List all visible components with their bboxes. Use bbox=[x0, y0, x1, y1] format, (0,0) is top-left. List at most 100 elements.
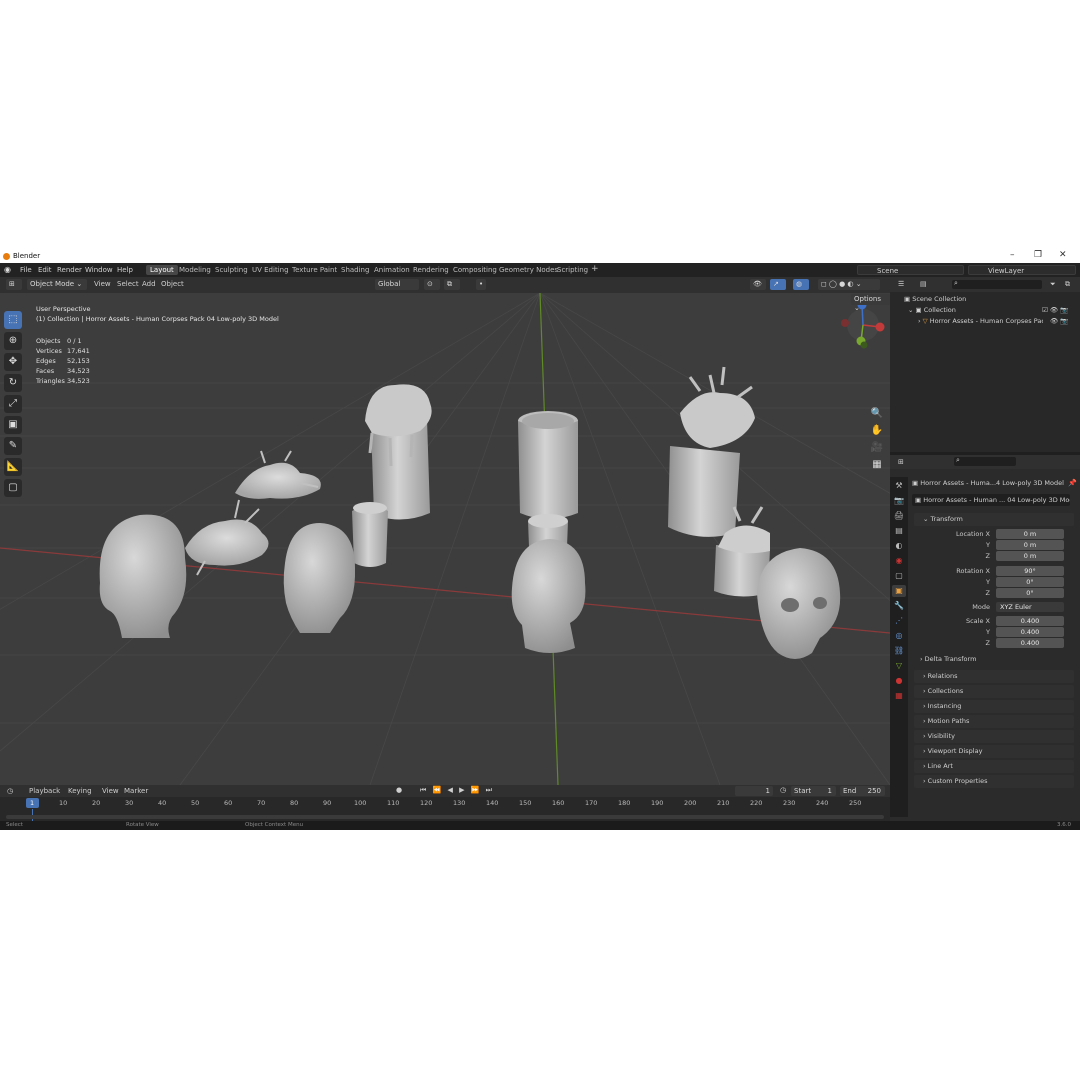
orientation-dropdown[interactable]: Global bbox=[375, 279, 419, 290]
output-tab-icon[interactable]: 🖨 bbox=[892, 510, 906, 522]
add-workspace-icon[interactable]: + bbox=[591, 264, 599, 274]
scale-x-field[interactable]: 0.400 bbox=[996, 616, 1064, 626]
rotation-x-field[interactable]: 90° bbox=[996, 566, 1064, 576]
object-tab-icon[interactable]: ▣ bbox=[892, 585, 906, 597]
panel-relations[interactable]: › Relations bbox=[914, 670, 1074, 683]
outliner-search-input[interactable]: ⌕ bbox=[952, 279, 1042, 289]
select-tool-icon[interactable]: ⬚ bbox=[4, 311, 22, 329]
properties-editor-icon[interactable]: ⊞ bbox=[898, 458, 904, 466]
zoom-icon[interactable]: 🔍 bbox=[870, 408, 884, 422]
scale-tool-icon[interactable]: ⤢ bbox=[4, 395, 22, 413]
snap-icon[interactable]: ⧉ bbox=[444, 279, 460, 290]
view-layer-selector[interactable]: ViewLayer bbox=[968, 265, 1076, 275]
start-frame-field[interactable]: Start 1 bbox=[791, 786, 836, 796]
delta-transform-subpanel[interactable]: › Delta Transform bbox=[920, 655, 976, 663]
collection-tab-icon[interactable]: ▢ bbox=[892, 570, 906, 582]
rotation-y-field[interactable]: 0° bbox=[996, 577, 1064, 587]
render-tab-icon[interactable]: 📷 bbox=[892, 495, 906, 507]
record-icon[interactable]: ● bbox=[396, 786, 402, 794]
timeline-menu-marker[interactable]: Marker bbox=[124, 787, 148, 795]
timeline-scrollbar[interactable] bbox=[6, 815, 884, 819]
tab-texture-paint[interactable]: Texture Paint bbox=[292, 266, 337, 274]
particles-tab-icon[interactable]: ⋰ bbox=[892, 615, 906, 627]
rotation-z-field[interactable]: 0° bbox=[996, 588, 1064, 598]
options-button[interactable]: Options ⌄ bbox=[851, 294, 890, 312]
pin-icon[interactable]: 📌 bbox=[1068, 479, 1077, 487]
menu-file[interactable]: File bbox=[20, 266, 32, 274]
display-mode-icon[interactable]: ▤ bbox=[920, 280, 927, 288]
menu-edit[interactable]: Edit bbox=[38, 266, 52, 274]
measure-tool-icon[interactable]: 📐 bbox=[4, 458, 22, 476]
vp-menu-select[interactable]: Select bbox=[117, 280, 139, 288]
tab-modeling[interactable]: Modeling bbox=[179, 266, 211, 274]
panel-visibility[interactable]: › Visibility bbox=[914, 730, 1074, 743]
object-name-field[interactable]: ▣ Horror Assets - Human ... 04 Low-poly … bbox=[912, 494, 1070, 506]
location-z-field[interactable]: 0 m bbox=[996, 551, 1064, 561]
close-icon[interactable]: ✕ bbox=[1059, 250, 1067, 260]
timeline-editor-icon[interactable]: ◷ bbox=[7, 787, 13, 795]
playback-controls[interactable]: ⏮ ⏪ ◀ ▶ ⏩ ⏭ bbox=[420, 786, 494, 795]
texture-tab-icon[interactable]: ▦ bbox=[892, 690, 906, 702]
tab-shading[interactable]: Shading bbox=[341, 266, 369, 274]
grid-view-icon[interactable]: ▦ bbox=[870, 459, 884, 473]
menu-render[interactable]: Render bbox=[57, 266, 82, 274]
physics-tab-icon[interactable]: ◎ bbox=[892, 630, 906, 642]
maximize-icon[interactable]: ❐ bbox=[1034, 250, 1042, 260]
scale-y-field[interactable]: 0.400 bbox=[996, 627, 1064, 637]
add-cube-tool-icon[interactable]: ▢ bbox=[4, 479, 22, 497]
transform-panel-header[interactable]: ⌄ Transform bbox=[914, 513, 1074, 526]
overlay-toggle-icon[interactable]: ◍ bbox=[793, 279, 809, 290]
timeline-menu-keying[interactable]: Keying bbox=[68, 787, 92, 795]
tool-tab-icon[interactable]: ⚒ bbox=[892, 480, 906, 492]
menu-help[interactable]: Help bbox=[117, 266, 133, 274]
gizmo-toggle-icon[interactable]: ↗ bbox=[770, 279, 786, 290]
tab-compositing[interactable]: Compositing bbox=[453, 266, 497, 274]
properties-search-input[interactable]: ⌕ bbox=[954, 456, 1016, 466]
location-x-field[interactable]: 0 m bbox=[996, 529, 1064, 539]
visibility-icon[interactable]: 👁 bbox=[750, 279, 766, 290]
panel-custom-properties[interactable]: › Custom Properties bbox=[914, 775, 1074, 788]
panel-viewport-display[interactable]: › Viewport Display bbox=[914, 745, 1074, 758]
tab-geometry-nodes[interactable]: Geometry Nodes bbox=[499, 266, 558, 274]
menu-window[interactable]: Window bbox=[85, 266, 113, 274]
camera-view-icon[interactable]: 🎥 bbox=[870, 442, 884, 456]
minimize-icon[interactable]: – bbox=[1010, 250, 1015, 260]
scale-z-field[interactable]: 0.400 bbox=[996, 638, 1064, 648]
mode-dropdown[interactable]: Object Mode ⌄ bbox=[27, 279, 87, 290]
current-frame-field[interactable]: 1 bbox=[735, 786, 773, 796]
end-frame-field[interactable]: End 250 bbox=[840, 786, 885, 796]
annotate-tool-icon[interactable]: ✎ bbox=[4, 437, 22, 455]
tab-uv-editing[interactable]: UV Editing bbox=[252, 266, 289, 274]
vp-menu-add[interactable]: Add bbox=[142, 280, 156, 288]
pan-hand-icon[interactable]: ✋ bbox=[870, 425, 884, 439]
object-visibility-icons[interactable]: 👁 📷 bbox=[1050, 317, 1068, 328]
panel-motion-paths[interactable]: › Motion Paths bbox=[914, 715, 1074, 728]
pivot-icon[interactable]: ⊙ bbox=[424, 279, 440, 290]
tab-animation[interactable]: Animation bbox=[374, 266, 410, 274]
data-tab-icon[interactable]: ▽ bbox=[892, 660, 906, 672]
view-layer-tab-icon[interactable]: ▤ bbox=[892, 525, 906, 537]
filter-icon[interactable]: ⏷ bbox=[1050, 280, 1056, 289]
editor-type-icon[interactable]: ⊞ bbox=[6, 279, 22, 290]
timeline-menu-view[interactable]: View bbox=[102, 787, 119, 795]
timeline-menu-playback[interactable]: Playback bbox=[29, 787, 60, 795]
vp-menu-object[interactable]: Object bbox=[161, 280, 184, 288]
constraints-tab-icon[interactable]: ⛓ bbox=[892, 645, 906, 657]
location-y-field[interactable]: 0 m bbox=[996, 540, 1064, 550]
outliner-object[interactable]: › ▽ Horror Assets - Human Corpses Pacl bbox=[918, 317, 1043, 328]
tab-layout[interactable]: Layout bbox=[146, 265, 178, 275]
tab-sculpting[interactable]: Sculpting bbox=[215, 266, 248, 274]
outliner-scene-collection[interactable]: ▣ Scene Collection bbox=[904, 295, 966, 306]
rotation-mode-dropdown[interactable]: XYZ Euler bbox=[996, 602, 1064, 612]
modifier-tab-icon[interactable]: 🔧 bbox=[892, 600, 906, 612]
panel-line-art[interactable]: › Line Art bbox=[914, 760, 1074, 773]
transform-tool-icon[interactable]: ▣ bbox=[4, 416, 22, 434]
tab-scripting[interactable]: Scripting bbox=[557, 266, 588, 274]
panel-collections[interactable]: › Collections bbox=[914, 685, 1074, 698]
scene-selector[interactable]: Scene bbox=[857, 265, 964, 275]
outliner-collection[interactable]: ⌄ ▣ Collection bbox=[908, 306, 956, 317]
collection-visibility-icons[interactable]: ☑ 👁 📷 bbox=[1042, 306, 1068, 317]
cursor-tool-icon[interactable]: ⊕ bbox=[4, 332, 22, 350]
blender-menu-icon[interactable]: ◉ bbox=[4, 265, 11, 274]
scene-tab-icon[interactable]: ◐ bbox=[892, 540, 906, 552]
